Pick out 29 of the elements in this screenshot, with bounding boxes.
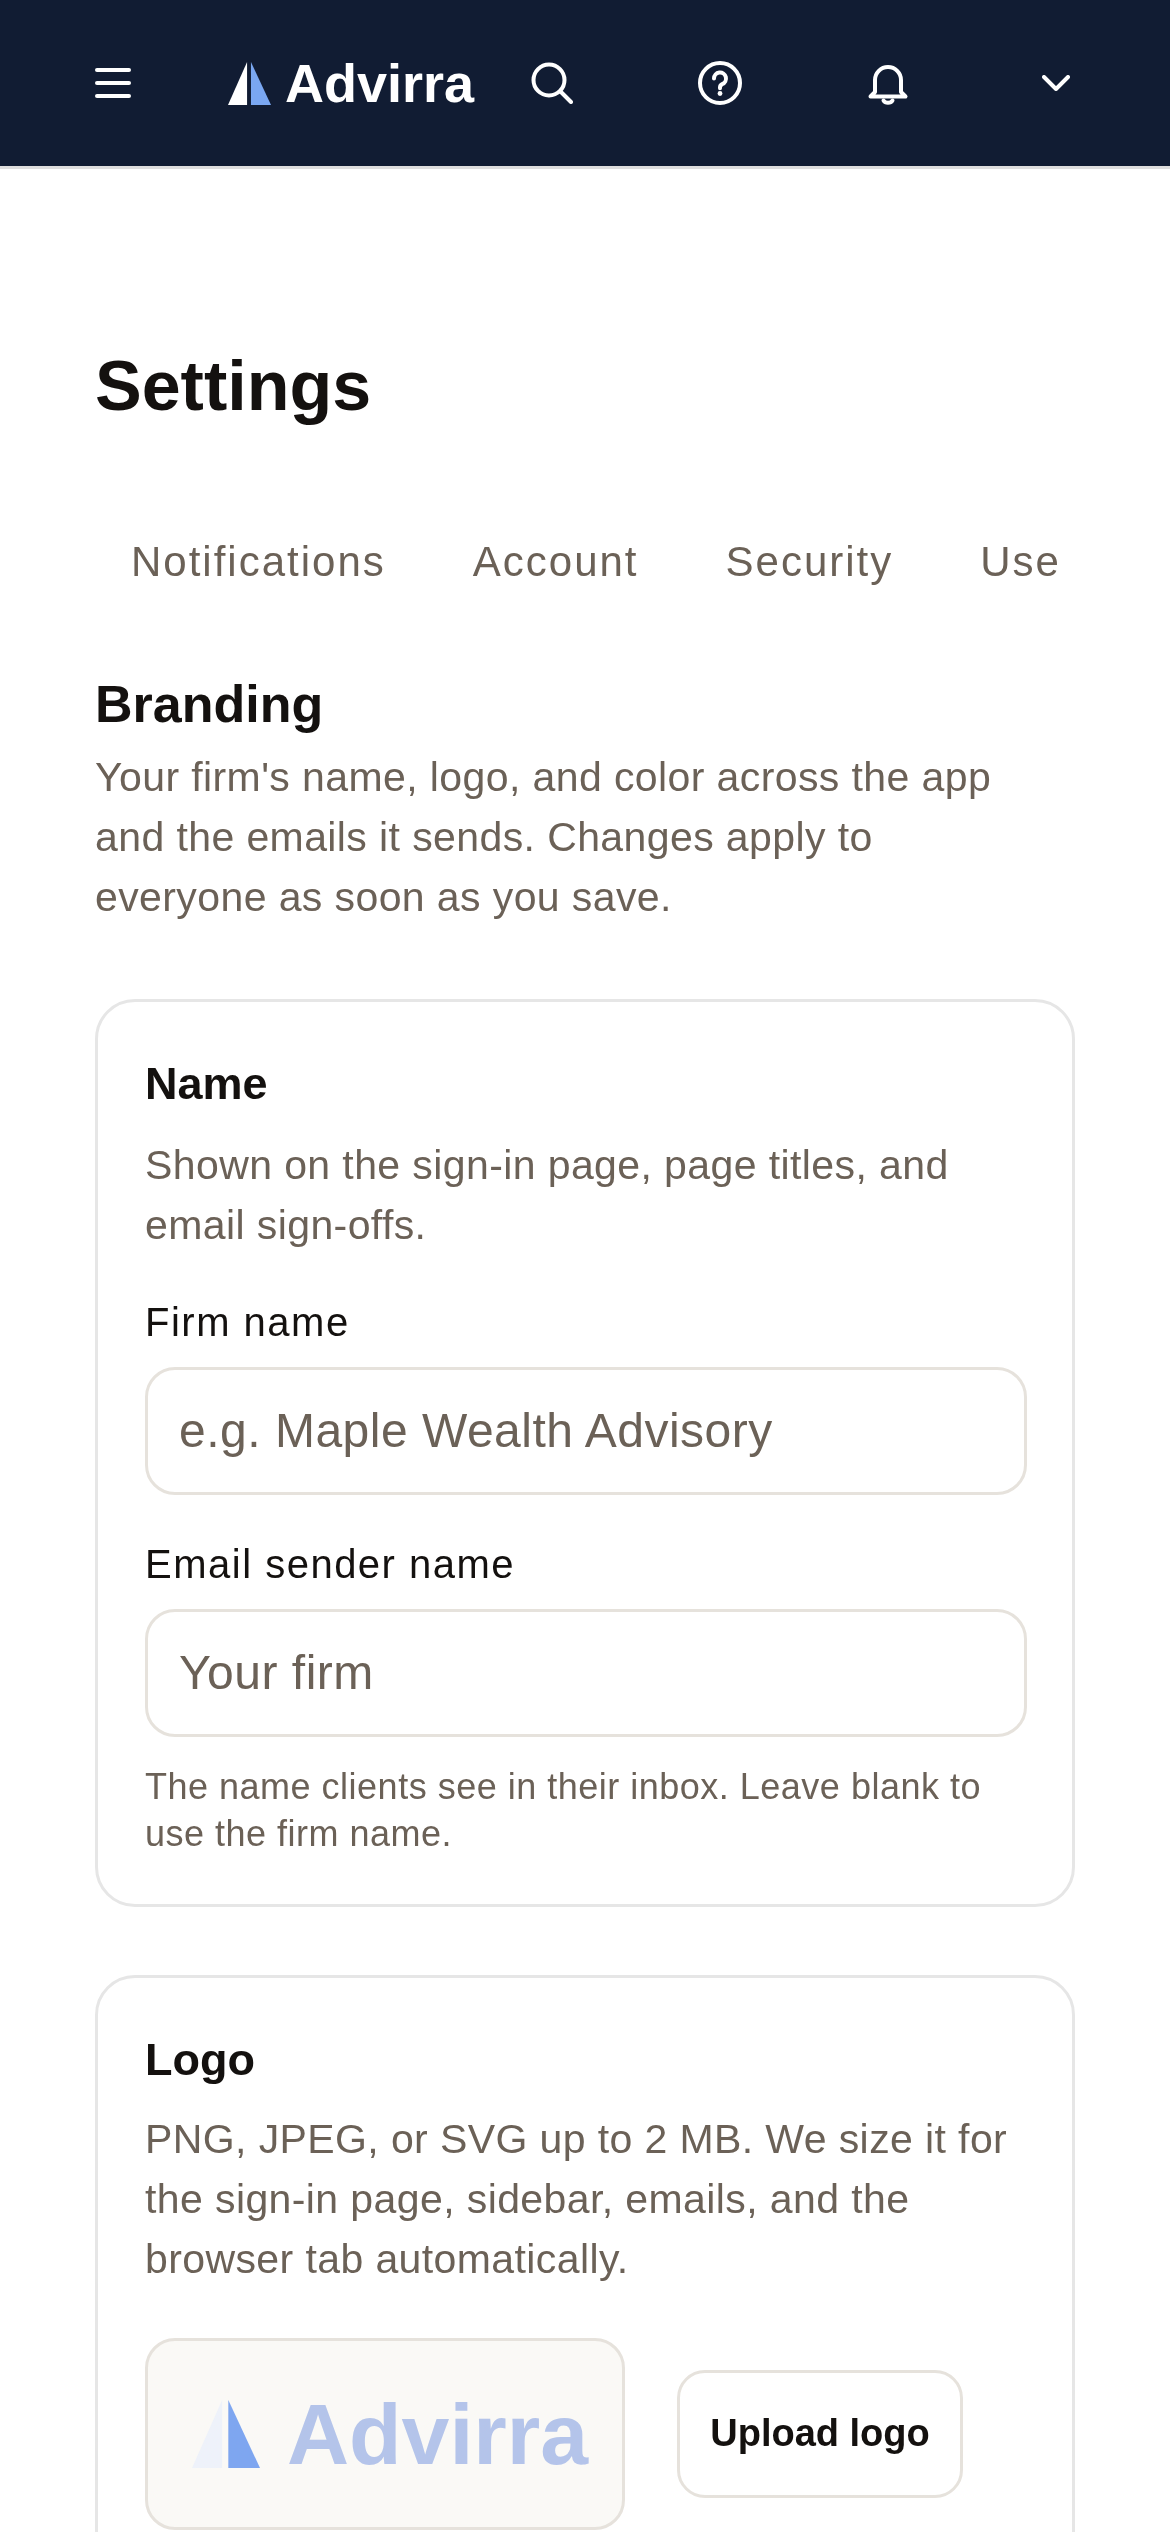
card-title: Logo	[145, 2032, 256, 2087]
text-input-field[interactable]: Your firm	[145, 1608, 1027, 1737]
settings-tab[interactable]: Use	[944, 513, 1097, 612]
search-button[interactable]	[531, 62, 573, 104]
chevron-down-icon	[1042, 75, 1070, 91]
section-title: Branding	[95, 674, 325, 736]
preview-wordmark: Advirra	[286, 2390, 589, 2477]
page-title: Settings	[95, 346, 373, 427]
menu-icon	[95, 68, 131, 98]
text-input-field[interactable]: e.g. Maple Wealth Advisory	[145, 1366, 1027, 1495]
settings-tab[interactable]: Account	[436, 513, 675, 612]
field-label: Email sender name	[145, 1540, 517, 1588]
help-icon	[698, 61, 742, 105]
help-button[interactable]	[698, 61, 742, 105]
settings-tab[interactable]: Security	[689, 513, 930, 612]
search-icon	[531, 62, 573, 104]
upload-logo-button[interactable]: Upload logo	[677, 2369, 963, 2498]
section-description: Your firm's name, logo, and color across the app and the emails it sends. Changes apply to everyone as soon as you save.	[95, 752, 993, 922]
card-description: Shown on the sign-in page, page titles, and email sign-offs.	[145, 1140, 950, 1250]
triangle-logo-icon	[191, 2399, 260, 2468]
field-help-text: The name clients see in their inbox. Leave blank to use the firm name.	[145, 1764, 982, 1856]
field-label: Firm name	[145, 1298, 351, 1346]
menu-button[interactable]	[95, 68, 131, 98]
dropdown-button[interactable]	[1042, 75, 1070, 91]
card-description: PNG, JPEG, or SVG up to 2 MB. We size it for the sign-in page, sidebar, emails, and the browser tab automatically.	[145, 2114, 1009, 2284]
triangle-logo-icon	[228, 61, 271, 105]
brand-logo-link[interactable]: Advirra	[228, 56, 475, 110]
card-title: Name	[145, 1056, 269, 1111]
settings-tab[interactable]: Notifications	[95, 513, 422, 612]
